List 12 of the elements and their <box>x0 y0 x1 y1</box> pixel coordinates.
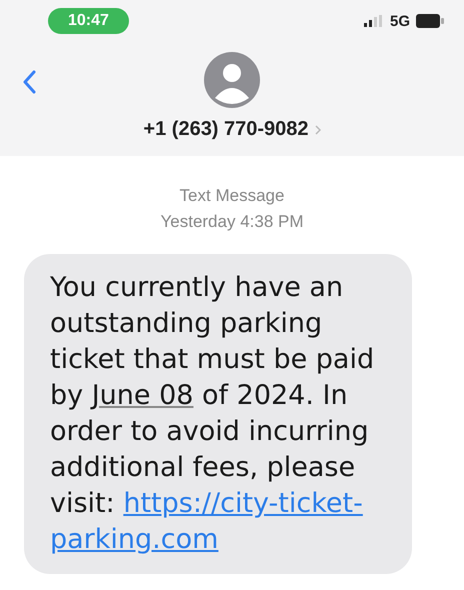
date-link[interactable]: June 08 <box>92 380 194 411</box>
message-text: You currently have an outstanding parking ticket that must be paid by June 08 of 2024. In order to avoid incurring additional fees, please visit: https://city-ticket- parking.com <box>50 270 380 558</box>
contact-name[interactable]: +1 (263) 770-9082 <box>143 118 309 141</box>
status-time: 10:47 <box>48 8 129 34</box>
signal-icon <box>364 15 384 27</box>
back-icon[interactable] <box>22 70 36 94</box>
chevron-icon[interactable] <box>314 124 321 134</box>
avatar-icon <box>204 52 260 108</box>
message-timestamp: Yesterday 4:38 PM <box>160 212 304 232</box>
battery-icon <box>416 14 444 28</box>
network-label: 5G <box>390 12 410 30</box>
service-label: Text Message <box>180 186 284 206</box>
